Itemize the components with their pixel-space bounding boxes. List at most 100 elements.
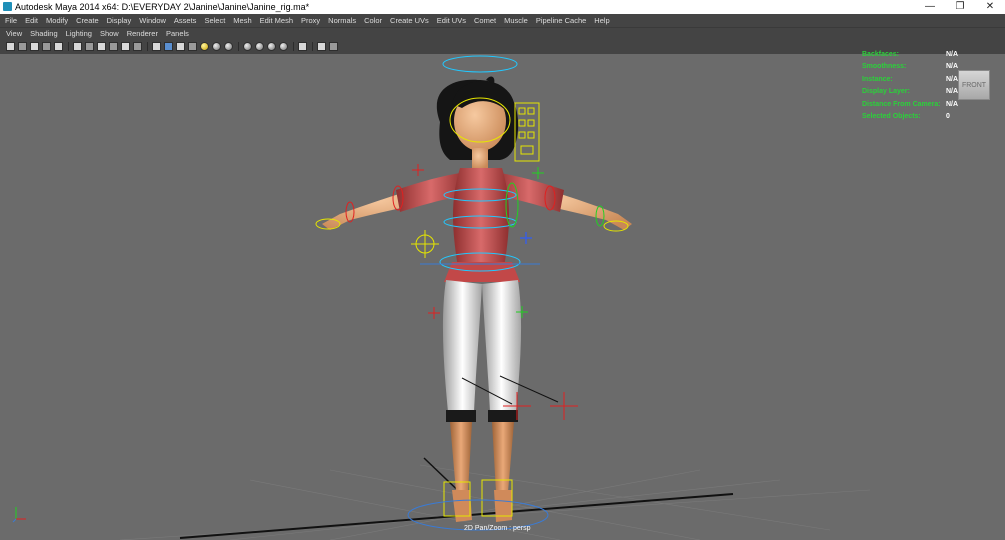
character-model[interactable] — [322, 76, 632, 522]
hud-label: Distance From Camera: — [862, 100, 941, 108]
face-control-slot — [518, 119, 526, 127]
xray-joints-icon[interactable] — [255, 42, 264, 51]
panel-menu-panels[interactable]: Panels — [162, 28, 193, 40]
hud-value: N/A — [946, 51, 959, 58]
minimize-button[interactable]: — — [915, 0, 945, 14]
hud-row-backfaces: Backfaces: N/A — [862, 51, 1002, 63]
resolution-icon[interactable] — [298, 42, 307, 51]
face-control-slot — [527, 131, 535, 139]
xray-icon[interactable] — [224, 42, 233, 51]
safe-action-icon[interactable] — [121, 42, 130, 51]
main-menubar: File Edit Modify Create Display Window Assets S… — [0, 14, 1005, 27]
hud-label: Display Layer: — [862, 88, 910, 96]
menu-muscle[interactable]: Muscle — [500, 14, 532, 27]
smooth-shade-icon[interactable] — [164, 42, 173, 51]
face-control-slot — [520, 145, 534, 155]
menu-help[interactable]: Help — [590, 14, 613, 27]
right-cuff — [488, 410, 518, 422]
left-foot — [452, 490, 472, 522]
perspective-viewport[interactable] — [0, 53, 1005, 540]
panel-menu-lighting[interactable]: Lighting — [62, 28, 96, 40]
panel-menu-renderer[interactable]: Renderer — [123, 28, 162, 40]
panel-menu-shading[interactable]: Shading — [26, 28, 62, 40]
axis-indicator-icon — [12, 507, 26, 523]
menu-pipeline-cache[interactable]: Pipeline Cache — [532, 14, 590, 27]
panel-menu: View Shading Lighting Show Renderer Panels — [0, 28, 193, 40]
hud-value: N/A — [946, 88, 959, 96]
film-gate-icon[interactable] — [73, 42, 82, 51]
menu-normals[interactable]: Normals — [324, 14, 360, 27]
hud-value: N/A — [946, 63, 959, 71]
neck — [472, 148, 488, 168]
hardware-texturing-icon[interactable] — [317, 42, 326, 51]
toolbar-separator — [312, 42, 313, 51]
right-foot — [494, 490, 512, 522]
close-button[interactable]: ✕ — [975, 0, 1005, 14]
select-camera-icon[interactable] — [6, 42, 15, 51]
camera-attributes-icon[interactable] — [329, 42, 338, 51]
left-arm-pole-control — [412, 164, 424, 176]
image-plane-icon[interactable] — [42, 42, 51, 51]
panel-menu-show[interactable]: Show — [96, 28, 123, 40]
title-bar: Autodesk Maya 2014 x64: D:\EVERYDAY 2\Ja… — [0, 0, 1005, 14]
right-leg-pants — [482, 280, 522, 412]
menu-comet[interactable]: Comet — [470, 14, 500, 27]
window-controls: — ❐ ✕ — [915, 0, 1005, 14]
window-title: Autodesk Maya 2014 x64: D:\EVERYDAY 2\Ja… — [15, 2, 310, 12]
view-cube[interactable]: FRONT — [958, 70, 990, 100]
bookmark-icon[interactable] — [30, 42, 39, 51]
lock-camera-icon[interactable] — [18, 42, 27, 51]
menu-create-uvs[interactable]: Create UVs — [386, 14, 433, 27]
maximize-button[interactable]: ❐ — [945, 0, 975, 14]
maya-app-icon — [3, 2, 12, 11]
menu-file[interactable]: File — [0, 14, 21, 27]
shadows-icon[interactable] — [212, 42, 221, 51]
menu-edit[interactable]: Edit — [21, 14, 42, 27]
textured-icon[interactable] — [188, 42, 197, 51]
wireframe-icon[interactable] — [152, 42, 161, 51]
menu-color[interactable]: Color — [360, 14, 386, 27]
face-control-slot — [527, 119, 535, 127]
right-shin — [492, 422, 514, 492]
viewport-scene — [119, 55, 871, 540]
safe-title-icon[interactable] — [133, 42, 142, 51]
hud-row-selected-objects: Selected Objects: 0 — [862, 113, 1002, 125]
panel-toolbar — [6, 41, 341, 52]
toolbar-separator — [68, 42, 69, 51]
use-all-lights-icon[interactable] — [200, 42, 209, 51]
grid-view-icon[interactable] — [54, 42, 63, 51]
menu-proxy[interactable]: Proxy — [297, 14, 324, 27]
xray-active-icon[interactable] — [243, 42, 252, 51]
right-leg-pole-control — [550, 392, 578, 420]
isolate-select-icon[interactable] — [279, 42, 288, 51]
viewport-panel-bar: View Shading Lighting Show Renderer Panels — [0, 27, 1005, 54]
face-control-slot — [518, 131, 526, 139]
hud-label: Instance: — [862, 75, 893, 83]
menu-assets[interactable]: Assets — [170, 14, 201, 27]
shirt-hem — [444, 262, 520, 282]
right-arm-pole-control — [532, 167, 544, 179]
hud-label: Selected Objects: — [862, 112, 921, 120]
field-chart-icon[interactable] — [109, 42, 118, 51]
face-control-slot — [518, 107, 526, 115]
menu-mesh[interactable]: Mesh — [229, 14, 255, 27]
hud-label: Smoothness: — [862, 63, 907, 71]
gate-mask-icon[interactable] — [97, 42, 106, 51]
panel-menu-view[interactable]: View — [0, 28, 26, 40]
default-material-icon[interactable] — [176, 42, 185, 51]
menu-create[interactable]: Create — [72, 14, 103, 27]
head-top-control — [442, 55, 518, 73]
hud-value: 0 — [946, 112, 950, 120]
menu-window[interactable]: Window — [135, 14, 170, 27]
left-leg-pants — [442, 280, 482, 412]
menu-display[interactable]: Display — [103, 14, 136, 27]
resolution-gate-icon[interactable] — [85, 42, 94, 51]
face-control-slot — [527, 107, 535, 115]
menu-edit-uvs[interactable]: Edit UVs — [433, 14, 470, 27]
menu-edit-mesh[interactable]: Edit Mesh — [256, 14, 297, 27]
hud-value: N/A — [946, 75, 959, 83]
toolbar-separator — [147, 42, 148, 51]
menu-modify[interactable]: Modify — [42, 14, 72, 27]
menu-select[interactable]: Select — [200, 14, 229, 27]
backface-icon[interactable] — [267, 42, 276, 51]
